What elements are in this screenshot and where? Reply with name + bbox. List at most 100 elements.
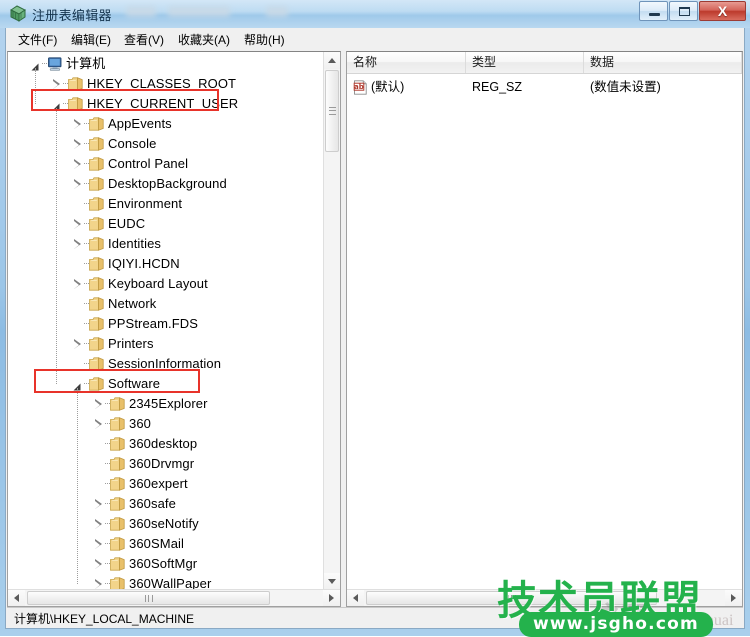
tree-expand-toggle-icon[interactable] [72,279,83,290]
tree-guide-line [35,68,37,104]
tree-node-label: Control Panel [108,156,189,171]
value-row[interactable]: ab (默认) REG_SZ (数值未设置) [347,78,742,97]
string-value-icon: ab [353,80,368,95]
folder-icon [110,477,125,491]
tree-expand-toggle-icon[interactable] [72,159,83,170]
tree-expand-toggle-icon[interactable] [72,139,83,150]
values-horizontal-scroll-thumb[interactable] [366,591,657,605]
tree-node-label: 360WallPaper [129,576,212,590]
tree-node-label: Printers [108,336,154,351]
client-area: 计算机 HKEY_CLASSES_ROOT HKEY_CURRENT_USER App… [5,51,745,629]
folder-icon [89,357,104,371]
tree-node-label: AppEvents [108,116,172,131]
folder-icon [110,457,125,471]
registry-tree: 计算机 HKEY_CLASSES_ROOT HKEY_CURRENT_USER App… [8,52,324,590]
registry-tree-panel[interactable]: 计算机 HKEY_CLASSES_ROOT HKEY_CURRENT_USER App… [7,51,341,607]
tree-expand-toggle-icon[interactable] [93,539,104,550]
tree-node-label: 360seNotify [129,516,199,531]
minimize-button[interactable] [639,1,668,21]
tree-node-label: Environment [108,196,183,211]
status-bar: 计算机\HKEY_LOCAL_MACHINE [7,607,743,627]
folder-icon [89,277,104,291]
folder-icon [110,497,125,511]
tree-expand-toggle-icon[interactable] [93,519,104,530]
tree-expand-toggle-icon[interactable] [51,79,62,90]
value-data: (数值未设置) [590,80,661,94]
close-button[interactable]: X [699,1,746,21]
value-name: (默认) [371,80,405,94]
tree-node-label: 360Drvmgr [129,456,195,471]
tree-horizontal-scrollbar[interactable] [8,589,340,606]
tree-node-label: 360safe [129,496,176,511]
column-header-2[interactable]: 数据 [584,52,742,73]
folder-icon [68,77,83,91]
folder-icon [110,437,125,451]
menu-item-0[interactable]: 文件(F) [13,31,62,49]
column-header-1[interactable]: 类型 [466,52,584,73]
value-type: REG_SZ [472,80,523,94]
tree-expand-toggle-icon[interactable] [72,119,83,130]
computer-icon [47,57,63,71]
menu-item-1[interactable]: 编辑(E) [66,31,116,49]
folder-icon [110,417,125,431]
menu-bar: 文件(F) 编辑(E) 查看(V) 收藏夹(A) 帮助(H) [5,28,745,51]
minimize-icon [649,13,660,16]
tree-expand-toggle-icon[interactable] [72,179,83,190]
folder-icon [89,137,104,151]
tree-node-label: DesktopBackground [108,176,227,191]
folder-icon [89,197,104,211]
registry-values-panel[interactable]: 名称 类型 数据 ab (默认) REG_SZ (数值未设置) [346,51,743,607]
tree-scroll-up-button[interactable] [324,52,340,69]
tree-node-label: Keyboard Layout [108,276,208,291]
tree-expand-toggle-icon[interactable] [93,399,104,410]
folder-icon [89,117,104,131]
tree-node-label: IQIYI.HCDN [108,256,180,271]
tree-vertical-scrollbar[interactable] [323,52,340,590]
menu-item-2[interactable]: 查看(V) [119,31,169,49]
folder-icon [68,97,83,111]
tree-node-label: HKEY_CURRENT_USER [87,96,239,111]
tree-scroll-down-button[interactable] [324,573,340,590]
folder-icon [89,157,104,171]
folder-icon [110,517,125,531]
tree-node-label: Console [108,136,157,151]
tree-node-label: Network [108,296,157,311]
values-scroll-left-button[interactable] [347,590,364,606]
tree-scroll-right-button[interactable] [323,590,340,606]
tree-node-label: HKEY_CLASSES_ROOT [87,76,237,91]
tree-expand-toggle-icon[interactable] [93,499,104,510]
tree-node-label: SessionInformation [108,356,222,371]
close-icon: X [717,3,728,19]
title-bar[interactable]: 注册表编辑器 X [0,0,750,28]
tree-expand-toggle-icon[interactable] [93,559,104,570]
values-column-headers: 名称 类型 数据 [347,52,742,74]
menu-item-4[interactable]: 帮助(H) [239,31,290,49]
folder-icon [89,257,104,271]
tree-node-label: 360 [129,416,151,431]
folder-icon [110,537,125,551]
folder-icon [89,297,104,311]
values-horizontal-scrollbar[interactable] [347,589,742,606]
tree-expand-toggle-icon[interactable] [72,239,83,250]
tree-expand-toggle-icon[interactable] [72,219,83,230]
tree-node-label: 360expert [129,476,188,491]
column-header-0[interactable]: 名称 [347,52,466,73]
tree-vertical-scroll-thumb[interactable] [325,70,339,152]
folder-icon [110,397,125,411]
tree-expand-toggle-icon[interactable] [72,339,83,350]
registry-editor-window: 注册表编辑器 X 文件(F) 编辑(E) 查看(V) 收藏夹(A) 帮助(H) 计算机 H… [0,0,750,637]
menu-item-3[interactable]: 收藏夹(A) [173,31,235,49]
tree-node-label: 计算机 [66,56,106,71]
tree-scroll-left-button[interactable] [8,590,25,606]
tree-node-label: Identities [108,236,162,251]
folder-icon [89,177,104,191]
values-scroll-right-button[interactable] [725,590,742,606]
folder-icon [89,337,104,351]
registry-editor-icon [9,4,27,22]
tree-horizontal-scroll-thumb[interactable] [27,591,270,605]
maximize-button[interactable] [669,1,698,21]
folder-icon [89,217,104,231]
current-key-path: 计算机\HKEY_LOCAL_MACHINE [14,612,195,626]
folder-icon [89,237,104,251]
tree-expand-toggle-icon[interactable] [93,419,104,430]
